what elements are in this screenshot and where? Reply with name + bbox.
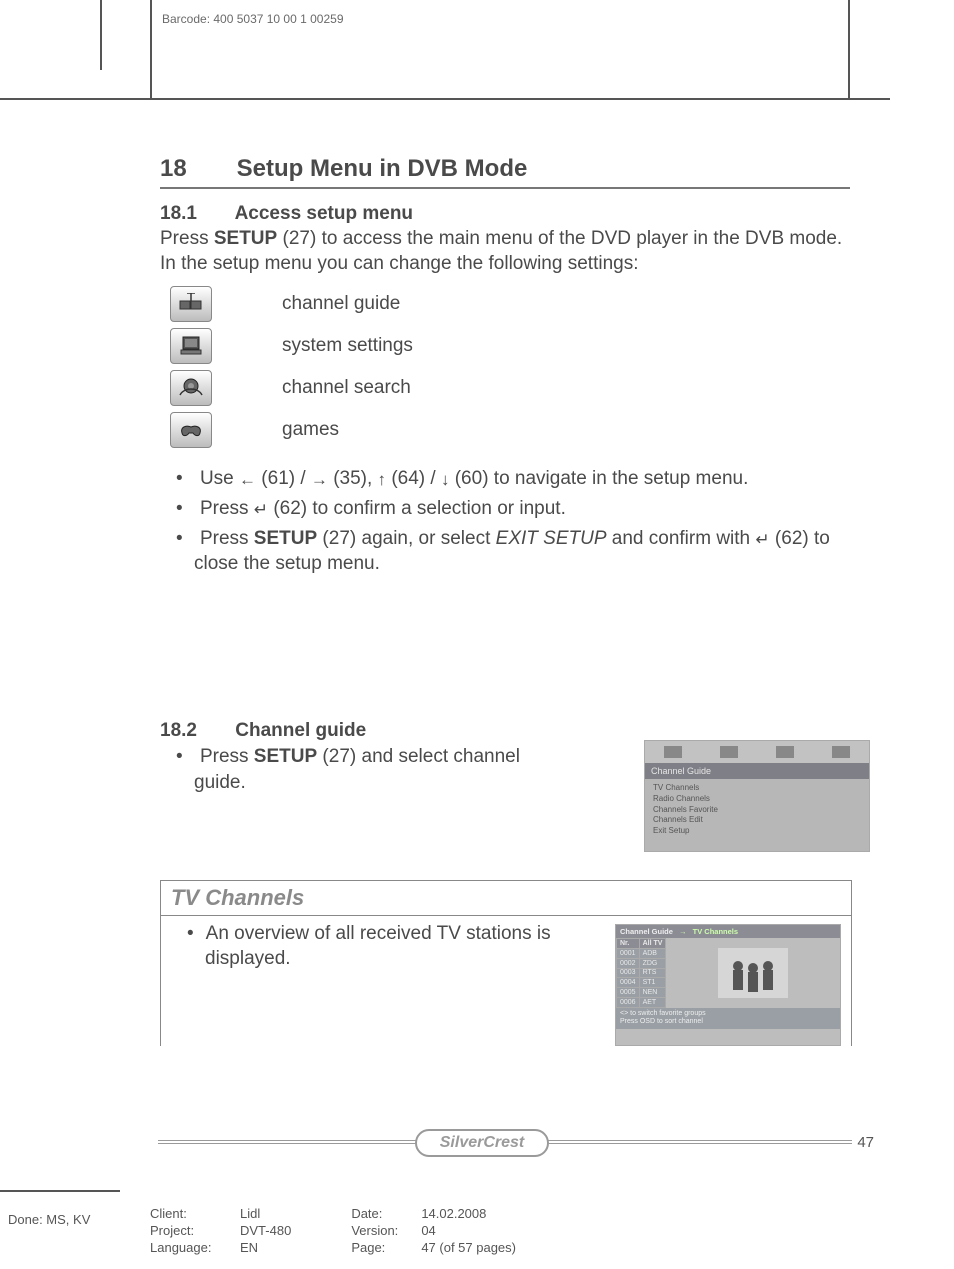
bullet-close: Press SETUP (27) again, or select EXIT S…	[160, 526, 850, 577]
done-by: Done: MS, KV	[8, 1212, 90, 1227]
meta-client-label: Client:	[150, 1206, 230, 1221]
intro-setup: SETUP	[214, 228, 277, 249]
osd-item: Radio Channels	[653, 794, 861, 805]
subsection-heading-1: 18.1 Access setup menu	[160, 203, 850, 225]
bullet-navigate: Use ← (61) / → (35), ↑ (64) / ↓ (60) to …	[160, 466, 850, 492]
subsection-title-2: Channel guide	[235, 720, 366, 741]
icon-row-channel-guide: channel guide	[170, 286, 850, 322]
meta-page-label: Page:	[351, 1240, 411, 1255]
enter-icon: ↵	[254, 500, 268, 519]
meta-project-value: DVT-480	[240, 1223, 291, 1238]
tv-channels-bullet: An overview of all received TV stations …	[171, 922, 605, 971]
subsection-number: 18.1	[160, 203, 230, 225]
meta-version-label: Version:	[351, 1223, 411, 1238]
icon-row-games: games	[170, 412, 850, 448]
meta-version-value: 04	[421, 1223, 516, 1238]
meta-page-value: 47 (of 57 pages)	[421, 1240, 516, 1255]
tv-channels-title: TV Channels	[161, 881, 851, 916]
icon-row-system-settings: system settings	[170, 328, 850, 364]
subsection-2-wrap: 18.2 Channel guide Press SETUP (27) and …	[160, 720, 520, 799]
section-title: Setup Menu in DVB Mode	[237, 155, 528, 182]
system-settings-label: system settings	[282, 335, 413, 357]
right-arrow-icon: →	[311, 470, 328, 489]
instruction-list-2: Press SETUP (27) and select channel guid…	[160, 744, 520, 795]
osd-item: TV Channels	[653, 783, 861, 794]
bullet-confirm: Press ↵ (62) to confirm a selection or i…	[160, 496, 850, 522]
barcode-text: Barcode: 400 5037 10 00 1 00259	[162, 12, 344, 26]
osd2-arrow-icon: →	[679, 927, 687, 936]
osd-header: Channel Guide	[645, 763, 869, 779]
up-arrow-icon: ↑	[378, 470, 387, 489]
channel-search-icon	[170, 370, 212, 406]
section-heading: 18 Setup Menu in DVB Mode	[160, 155, 850, 189]
meta-language-label: Language:	[150, 1240, 230, 1255]
osd-item: Channels Favorite	[653, 805, 861, 816]
manual-page: Barcode: 400 5037 10 00 1 00259 18 Setup…	[0, 0, 954, 1269]
down-arrow-icon: ↓	[441, 470, 450, 489]
meta-date-value: 14.02.2008	[421, 1206, 516, 1221]
osd2-preview-pane	[666, 938, 840, 1008]
tv-channels-text: An overview of all received TV stations …	[161, 922, 615, 1046]
enter-icon: ↵	[755, 530, 769, 549]
osd-item: Exit Setup	[653, 826, 861, 837]
crop-rule-top	[0, 98, 890, 100]
icon-row-channel-search: channel search	[170, 370, 850, 406]
meta-table: Client:Lidl Project:DVT-480 Language:EN …	[150, 1206, 516, 1255]
tv-channels-box: TV Channels An overview of all received …	[160, 880, 852, 1046]
games-icon	[170, 412, 212, 448]
system-settings-icon	[170, 328, 212, 364]
page-number: 47	[857, 1134, 874, 1151]
instruction-list-1: Use ← (61) / → (35), ↑ (64) / ↓ (60) to …	[160, 466, 850, 577]
left-arrow-icon: ←	[239, 470, 256, 489]
games-label: games	[282, 419, 339, 441]
osd-item: Channels Edit	[653, 815, 861, 826]
crop-rule-bottom	[0, 1190, 120, 1192]
bullet-open-guide: Press SETUP (27) and select channel guid…	[160, 744, 520, 795]
meta-date-label: Date:	[351, 1206, 411, 1221]
meta-client-value: Lidl	[240, 1206, 291, 1221]
intro-pre: Press	[160, 228, 214, 249]
subsection-title: Access setup menu	[235, 203, 413, 224]
osd-menu-items: TV Channels Radio Channels Channels Favo…	[645, 779, 869, 841]
osd2-channel-table: Nr.All TV 0001ADB 0002ZDG 0003RTS 0004ST…	[616, 938, 666, 1008]
meta-language-value: EN	[240, 1240, 291, 1255]
channel-guide-icon	[170, 286, 212, 322]
osd2-titlebar: Channel Guide → TV Channels	[616, 925, 840, 938]
brand-logo: SilverCrest	[415, 1129, 549, 1157]
intro-paragraph: Press SETUP (27) to access the main menu…	[160, 227, 850, 276]
channel-search-label: channel search	[282, 377, 411, 399]
osd-tv-channels-screenshot: Channel Guide → TV Channels Nr.All TV 00…	[615, 924, 841, 1046]
section-number: 18	[160, 155, 230, 183]
osd-top-icons	[645, 741, 869, 763]
osd-channel-guide-screenshot: Channel Guide TV Channels Radio Channels…	[644, 740, 870, 852]
meta-project-label: Project:	[150, 1223, 230, 1238]
subsection-heading-2: 18.2 Channel guide	[160, 720, 520, 742]
content-column: 18 Setup Menu in DVB Mode 18.1 Access se…	[160, 155, 850, 581]
channel-guide-label: channel guide	[282, 293, 400, 315]
subsection-number-2: 18.2	[160, 720, 230, 742]
osd2-footer: <> to switch favorite groups Press OSD t…	[616, 1008, 840, 1029]
